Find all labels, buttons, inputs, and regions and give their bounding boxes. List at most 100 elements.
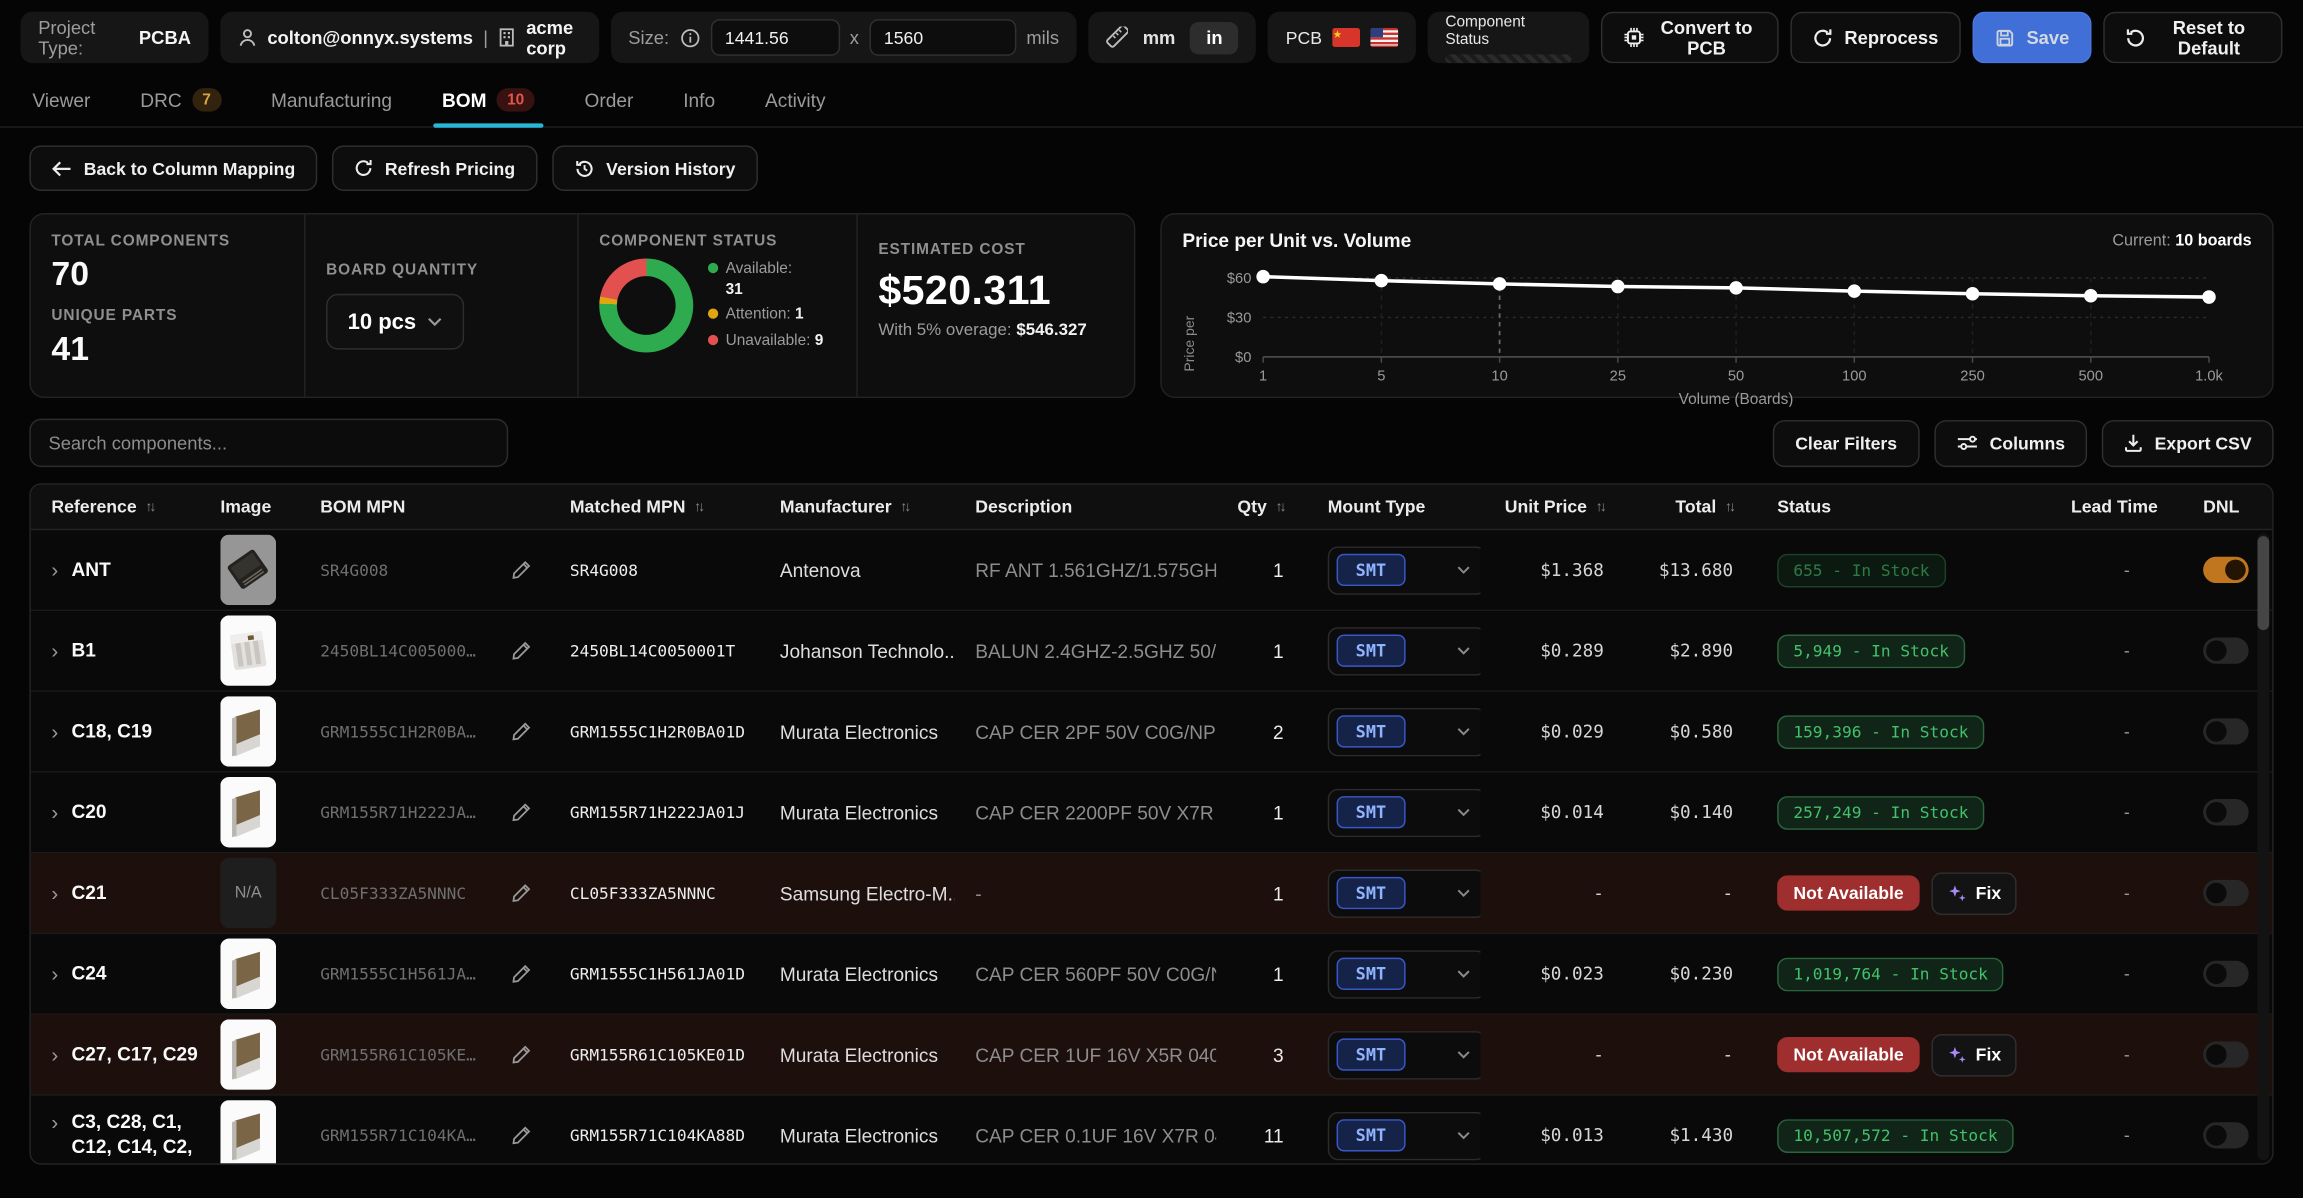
data-point[interactable] xyxy=(1848,284,1862,298)
clear-filters-button[interactable]: Clear Filters xyxy=(1773,419,1919,466)
chart-current-value: 10 boards xyxy=(2175,231,2251,249)
column-header-total[interactable]: Total↑↓ xyxy=(1627,496,1756,517)
data-point[interactable] xyxy=(2202,290,2216,304)
scrollbar-thumb[interactable] xyxy=(2257,536,2269,630)
edit-pencil-icon[interactable] xyxy=(511,560,532,581)
data-point[interactable] xyxy=(1256,270,1270,284)
data-point[interactable] xyxy=(1966,287,1980,301)
dnl-toggle[interactable] xyxy=(2203,880,2249,906)
unit-mm-option[interactable]: mm xyxy=(1138,27,1179,48)
mount-type-select[interactable]: SMT xyxy=(1328,546,1481,594)
sort-icon[interactable]: ↑↓ xyxy=(1725,499,1733,515)
edit-pencil-icon[interactable] xyxy=(511,883,532,904)
component-thumbnail[interactable] xyxy=(220,1019,276,1090)
chip-icon xyxy=(1623,26,1645,48)
tab-activity[interactable]: Activity xyxy=(765,90,825,127)
export-csv-button[interactable]: Export CSV xyxy=(2102,419,2274,466)
column-header-label: Mount Type xyxy=(1328,496,1426,517)
component-thumbnail[interactable] xyxy=(220,615,276,686)
dnl-toggle[interactable] xyxy=(2203,557,2249,583)
component-thumbnail[interactable] xyxy=(220,696,276,767)
reset-to-default-button[interactable]: Reset to Default xyxy=(2103,12,2282,63)
tab-manufacturing[interactable]: Manufacturing xyxy=(271,90,392,127)
edit-pencil-icon[interactable] xyxy=(511,1125,532,1146)
sort-icon[interactable]: ↑↓ xyxy=(1596,499,1604,515)
tab-bom[interactable]: BOM10 xyxy=(442,88,535,126)
fix-button[interactable]: Fix xyxy=(1932,1033,2018,1076)
component-thumbnail[interactable] xyxy=(220,1100,276,1165)
component-thumbnail[interactable] xyxy=(220,777,276,848)
china-flag-icon[interactable] xyxy=(1332,28,1360,47)
sort-icon[interactable]: ↑↓ xyxy=(900,499,908,515)
board-height-input[interactable] xyxy=(869,19,1016,56)
unit-in-option[interactable]: in xyxy=(1190,21,1239,53)
dnl-toggle[interactable] xyxy=(2203,637,2249,663)
column-header-matched-mpn[interactable]: Matched MPN↑↓ xyxy=(549,496,759,517)
tab-info[interactable]: Info xyxy=(683,90,715,127)
column-header-unit-price[interactable]: Unit Price↑↓ xyxy=(1481,496,1628,517)
dnl-toggle[interactable] xyxy=(2203,1041,2249,1067)
column-header-qty[interactable]: Qty↑↓ xyxy=(1216,496,1307,517)
data-point[interactable] xyxy=(1729,281,1743,295)
refresh-pricing-button[interactable]: Refresh Pricing xyxy=(332,145,537,191)
expand-chevron-icon[interactable]: › xyxy=(51,1044,58,1065)
convert-to-pcb-button[interactable]: Convert to PCB xyxy=(1601,12,1778,63)
board-quantity-select[interactable]: 10 pcs xyxy=(326,294,464,350)
dnl-toggle[interactable] xyxy=(2203,799,2249,825)
expand-chevron-icon[interactable]: › xyxy=(51,801,58,822)
bom-toolbar: Back to Column Mapping Refresh Pricing V… xyxy=(0,128,2303,191)
expand-chevron-icon[interactable]: › xyxy=(51,1112,58,1133)
info-icon[interactable] xyxy=(679,27,700,48)
edit-pencil-icon[interactable] xyxy=(511,721,532,742)
component-thumbnail[interactable]: N/A xyxy=(220,858,276,929)
legend-item: Attention: 1 xyxy=(708,305,823,326)
mount-type-select[interactable]: SMT xyxy=(1328,1111,1481,1159)
tab-order[interactable]: Order xyxy=(584,90,633,127)
edit-pencil-icon[interactable] xyxy=(511,802,532,823)
expand-chevron-icon[interactable]: › xyxy=(51,640,58,661)
reprocess-button[interactable]: Reprocess xyxy=(1790,12,1960,63)
dnl-toggle[interactable] xyxy=(2203,961,2249,987)
lead-time-value: - xyxy=(2071,1125,2183,1146)
account-separator: | xyxy=(483,27,488,48)
fix-button[interactable]: Fix xyxy=(1932,872,2018,915)
usa-flag-icon[interactable] xyxy=(1370,28,1398,47)
columns-button[interactable]: Columns xyxy=(1934,419,2087,466)
mount-type-select[interactable]: SMT xyxy=(1328,1030,1481,1078)
component-thumbnail[interactable] xyxy=(220,939,276,1010)
data-point[interactable] xyxy=(1611,280,1625,294)
expand-chevron-icon[interactable]: › xyxy=(51,882,58,903)
version-history-button[interactable]: Version History xyxy=(552,145,758,191)
data-point[interactable] xyxy=(1375,274,1389,288)
vertical-scrollbar[interactable] xyxy=(2257,533,2269,1160)
edit-pencil-icon[interactable] xyxy=(511,1044,532,1065)
svg-text:25: 25 xyxy=(1610,368,1626,384)
mount-type-select[interactable]: SMT xyxy=(1328,869,1481,917)
column-header-reference[interactable]: Reference↑↓ xyxy=(31,496,200,517)
mount-type-select[interactable]: SMT xyxy=(1328,950,1481,998)
column-header-manufacturer[interactable]: Manufacturer↑↓ xyxy=(759,496,954,517)
component-thumbnail[interactable] xyxy=(220,535,276,606)
edit-pencil-icon[interactable] xyxy=(511,640,532,661)
save-button[interactable]: Save xyxy=(1972,12,2091,63)
tab-viewer[interactable]: Viewer xyxy=(32,90,90,127)
mount-type-select[interactable]: SMT xyxy=(1328,788,1481,836)
sort-icon[interactable]: ↑↓ xyxy=(145,499,153,515)
data-point[interactable] xyxy=(2084,289,2098,303)
data-point[interactable] xyxy=(1493,277,1507,291)
tab-drc[interactable]: DRC7 xyxy=(140,88,221,126)
sort-icon[interactable]: ↑↓ xyxy=(1276,499,1284,515)
board-width-input[interactable] xyxy=(710,19,839,56)
mount-type-select[interactable]: SMT xyxy=(1328,707,1481,755)
expand-chevron-icon[interactable]: › xyxy=(51,963,58,984)
expand-chevron-icon[interactable]: › xyxy=(51,559,58,580)
dnl-toggle[interactable] xyxy=(2203,718,2249,744)
dnl-toggle[interactable] xyxy=(2203,1122,2249,1148)
sparkles-icon xyxy=(1948,1045,1967,1064)
expand-chevron-icon[interactable]: › xyxy=(51,720,58,741)
edit-pencil-icon[interactable] xyxy=(511,964,532,985)
back-to-column-mapping-button[interactable]: Back to Column Mapping xyxy=(29,145,317,191)
mount-type-select[interactable]: SMT xyxy=(1328,626,1481,674)
search-input[interactable] xyxy=(29,419,508,467)
sort-icon[interactable]: ↑↓ xyxy=(694,499,702,515)
